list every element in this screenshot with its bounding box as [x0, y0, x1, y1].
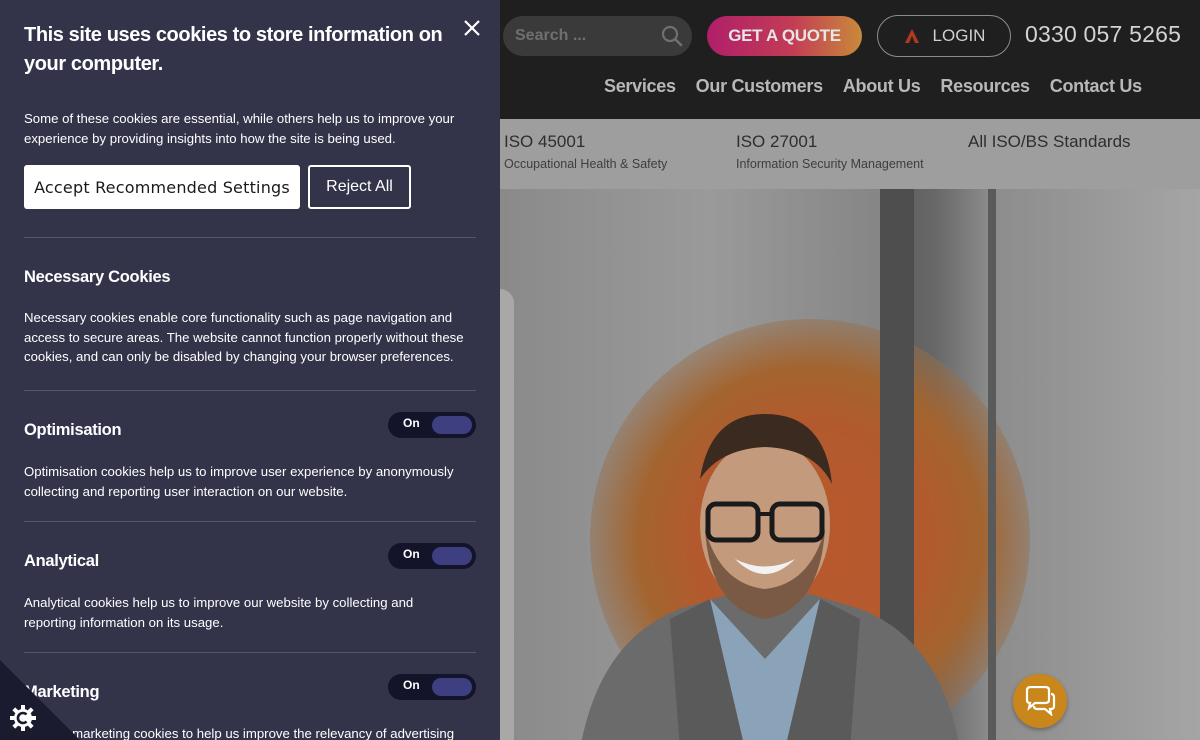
cookie-panel-intro: Some of these cookies are essential, whi… [24, 111, 455, 146]
login-button[interactable]: LOGIN [877, 15, 1011, 57]
standard-code: ISO 45001 [504, 132, 586, 151]
analytical-desc: Analytical cookies help us to improve ou… [24, 595, 414, 630]
standard-item-iso-27001[interactable]: ISO 27001 Information Security Managemen… [736, 132, 924, 171]
standard-desc: Information Security Management [736, 157, 924, 171]
get-a-quote-button[interactable]: GET A QUOTE [707, 16, 862, 56]
optimisation-desc: Optimisation cookies help us to improve … [24, 464, 454, 499]
cookie-panel-title: This site uses cookies to store informat… [24, 24, 443, 75]
login-label: LOGIN [932, 26, 986, 45]
nav-item-services[interactable]: Services [604, 76, 676, 97]
toggle-knob [432, 547, 472, 565]
nav-item-contact-us[interactable]: Contact Us [1050, 76, 1142, 97]
hero-image [500, 189, 1200, 740]
search-box[interactable] [503, 16, 692, 56]
marketing-toggle[interactable]: On [388, 674, 476, 700]
analytical-toggle[interactable]: On [388, 543, 476, 569]
phone-number[interactable]: 0330 057 5265 [1025, 21, 1181, 48]
divider [24, 390, 476, 391]
close-icon[interactable] [460, 16, 484, 40]
nav-item-our-customers[interactable]: Our Customers [696, 76, 823, 97]
necessary-cookies-title: Necessary Cookies [24, 268, 171, 286]
smiling-man-photo [581, 414, 959, 740]
divider [24, 237, 476, 238]
standard-item-iso-45001[interactable]: ISO 45001 Occupational Health & Safety [504, 132, 667, 171]
login-logo-icon [904, 29, 919, 43]
standard-desc: Occupational Health & Safety [504, 157, 668, 171]
divider [24, 652, 476, 653]
search-icon[interactable] [660, 24, 684, 48]
chat-icon [1025, 686, 1056, 716]
reject-all-button[interactable]: Reject All [308, 165, 411, 209]
standard-code: ISO 27001 [736, 132, 818, 151]
toggle-knob [432, 416, 472, 434]
standard-item-all-standards[interactable]: All ISO/BS Standards [968, 132, 1131, 152]
necessary-cookies-desc: Necessary cookies enable core functional… [24, 310, 464, 364]
marketing-desc: We use marketing cookies to help us impr… [24, 726, 455, 740]
toggle-state-label: On [403, 547, 420, 561]
divider [24, 521, 476, 522]
toggle-state-label: On [403, 678, 420, 692]
cookie-settings-badge[interactable] [0, 660, 80, 740]
cookie-consent-panel: This site uses cookies to store informat… [0, 0, 500, 740]
hero-card-edge [500, 289, 514, 740]
standard-code: All ISO/BS Standards [968, 132, 1131, 151]
analytical-title: Analytical [24, 552, 99, 570]
toggle-state-label: On [403, 416, 420, 430]
main-nav: Services Our Customers About Us Resource… [604, 76, 1142, 97]
optimisation-title: Optimisation [24, 421, 122, 439]
cookie-settings-icon [10, 705, 36, 731]
search-input[interactable] [515, 25, 655, 47]
chat-button[interactable] [1013, 674, 1067, 728]
accept-recommended-button[interactable]: Accept Recommended Settings [24, 165, 300, 209]
hero-window-post [988, 189, 996, 740]
optimisation-toggle[interactable]: On [388, 412, 476, 438]
nav-item-resources[interactable]: Resources [940, 76, 1030, 97]
toggle-knob [432, 678, 472, 696]
nav-item-about-us[interactable]: About Us [843, 76, 921, 97]
